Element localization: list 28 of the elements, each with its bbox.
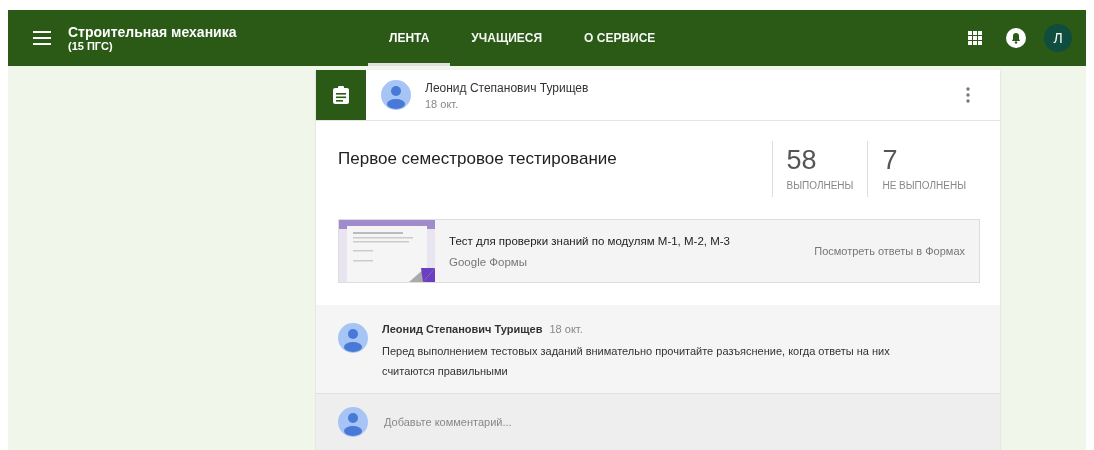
person-avatar-icon	[338, 323, 368, 353]
post-date: 18 окт.	[425, 97, 460, 110]
attachment-card[interactable]: Тест для проверки знаний по модулям М-1, М-2, М-3 Google Формы Посмотреть ответы в Формах	[338, 219, 980, 283]
attachment-title: Тест для проверки знаний по модулям М-1, М-2, М-3	[449, 234, 730, 247]
more-options-icon[interactable]	[966, 87, 970, 103]
comment-author: Леонид Степанович Турищев	[382, 323, 543, 335]
stat-label: НЕ ВЫПОЛНЕНЫ	[882, 180, 966, 191]
comment-date: 18 окт.	[549, 323, 583, 335]
comment-input-field[interactable]: Добавьте комментарий...	[382, 415, 686, 429]
user-avatar[interactable]: Л	[1044, 24, 1072, 52]
stat-count: 7	[882, 145, 899, 176]
person-avatar-icon	[338, 407, 368, 437]
author-name: Леонид Степанович Турищев	[425, 80, 589, 95]
stat-label: ВЫПОЛНЕНЫ	[786, 180, 854, 191]
assignment-title: Первое семестровое тестирование	[338, 149, 617, 170]
comment-text: Перед выполнением тестовых заданий внимательно прочитайте разъяснение, когда ответы на них считаются правильными	[382, 344, 891, 379]
clipboard-icon	[333, 86, 349, 104]
nav-tab[interactable]: УЧАЩИЕСЯ	[450, 10, 564, 66]
notification-bell-icon[interactable]	[1006, 28, 1026, 48]
view-responses-link[interactable]: Посмотреть ответы в Формах	[814, 245, 965, 257]
apps-grid-icon[interactable]	[968, 31, 982, 45]
person-avatar-icon	[381, 80, 411, 110]
nav-tab[interactable]: О СЕРВИСЕ	[563, 10, 677, 66]
class-title: Строительная механика	[68, 24, 238, 40]
attachment-source: Google Формы	[449, 255, 528, 268]
menu-icon[interactable]	[33, 31, 51, 45]
class-section: (15 ПГС)	[68, 40, 368, 52]
stat-count: 58	[786, 145, 818, 176]
